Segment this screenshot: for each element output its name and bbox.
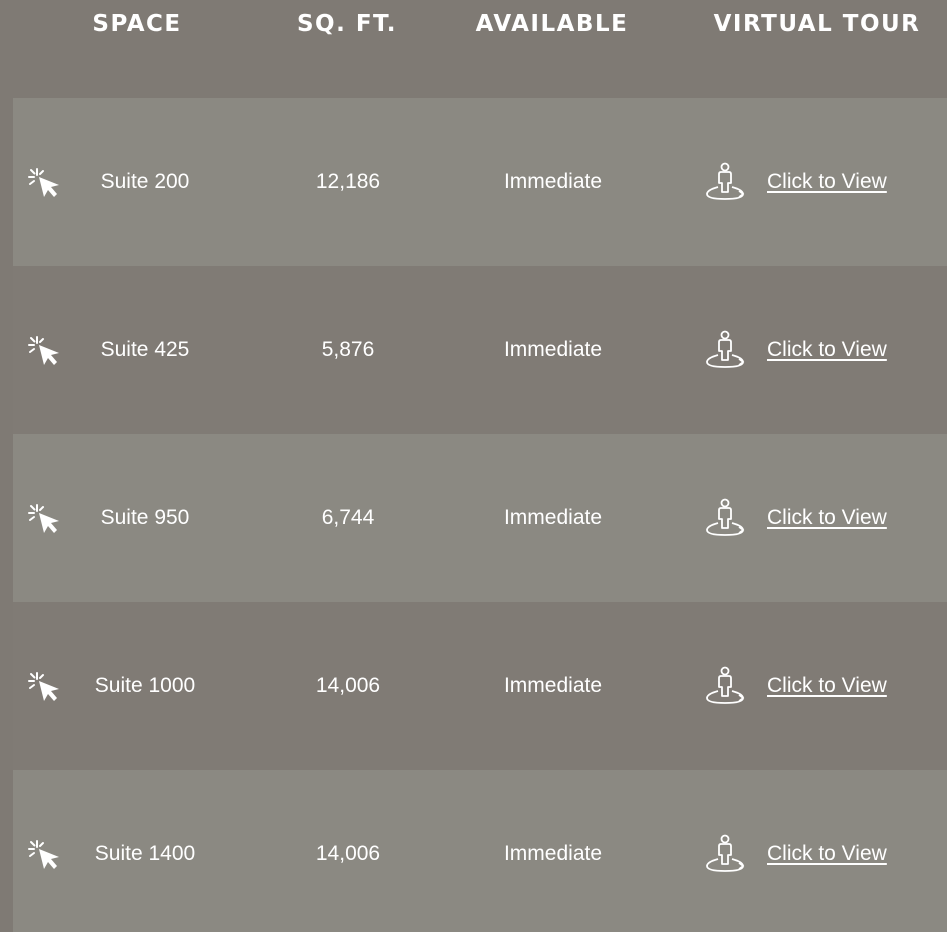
- table-row: Suite 1400 14,006 Immediate Click to Vie…: [13, 770, 947, 932]
- space-cell[interactable]: Suite 950: [65, 434, 225, 602]
- person-360-icon[interactable]: [703, 666, 747, 706]
- sqft-cell: 6,744: [321, 506, 375, 529]
- sqft-cell: 14,006: [315, 674, 381, 697]
- cursor-click-icon[interactable]: [27, 166, 63, 200]
- table-row: Suite 950 6,744 Immediate Click to View: [13, 434, 947, 602]
- person-360-icon[interactable]: [703, 162, 747, 202]
- space-cell[interactable]: Suite 1000: [65, 602, 225, 770]
- available-cell: Immediate: [503, 674, 603, 697]
- virtual-tour-link[interactable]: Click to View: [767, 266, 887, 434]
- header-space: SPACE: [92, 11, 182, 37]
- virtual-tour-link[interactable]: Click to View: [767, 434, 887, 602]
- cursor-click-icon[interactable]: [27, 838, 63, 872]
- header-available: AVAILABLE: [475, 11, 629, 37]
- available-cell: Immediate: [503, 170, 603, 193]
- table-row: Suite 200 12,186 Immediate Click to View: [13, 98, 947, 266]
- space-cell[interactable]: Suite 200: [65, 98, 225, 266]
- cursor-click-icon[interactable]: [27, 334, 63, 368]
- availability-table: SPACE SQ. FT. AVAILABLE VIRTUAL TOUR Sui…: [0, 0, 947, 932]
- virtual-tour-link[interactable]: Click to View: [767, 98, 887, 266]
- cursor-click-icon[interactable]: [27, 670, 63, 704]
- table-header: SPACE SQ. FT. AVAILABLE VIRTUAL TOUR: [0, 0, 947, 98]
- virtual-tour-link[interactable]: Click to View: [767, 602, 887, 770]
- header-virtual-tour: VIRTUAL TOUR: [713, 11, 921, 37]
- sqft-cell: 5,876: [321, 338, 375, 361]
- virtual-tour-link[interactable]: Click to View: [767, 770, 887, 932]
- space-cell[interactable]: Suite 1400: [65, 770, 225, 932]
- table-row: Suite 425 5,876 Immediate Click to View: [13, 266, 947, 434]
- available-cell: Immediate: [503, 842, 603, 865]
- available-cell: Immediate: [503, 506, 603, 529]
- sqft-cell: 14,006: [315, 842, 381, 865]
- header-sqft: SQ. FT.: [296, 11, 397, 37]
- person-360-icon[interactable]: [703, 330, 747, 370]
- person-360-icon[interactable]: [703, 834, 747, 874]
- sqft-cell: 12,186: [315, 170, 381, 193]
- person-360-icon[interactable]: [703, 498, 747, 538]
- table-row: Suite 1000 14,006 Immediate Click to Vie…: [13, 602, 947, 770]
- cursor-click-icon[interactable]: [27, 502, 63, 536]
- space-cell[interactable]: Suite 425: [65, 266, 225, 434]
- available-cell: Immediate: [503, 338, 603, 361]
